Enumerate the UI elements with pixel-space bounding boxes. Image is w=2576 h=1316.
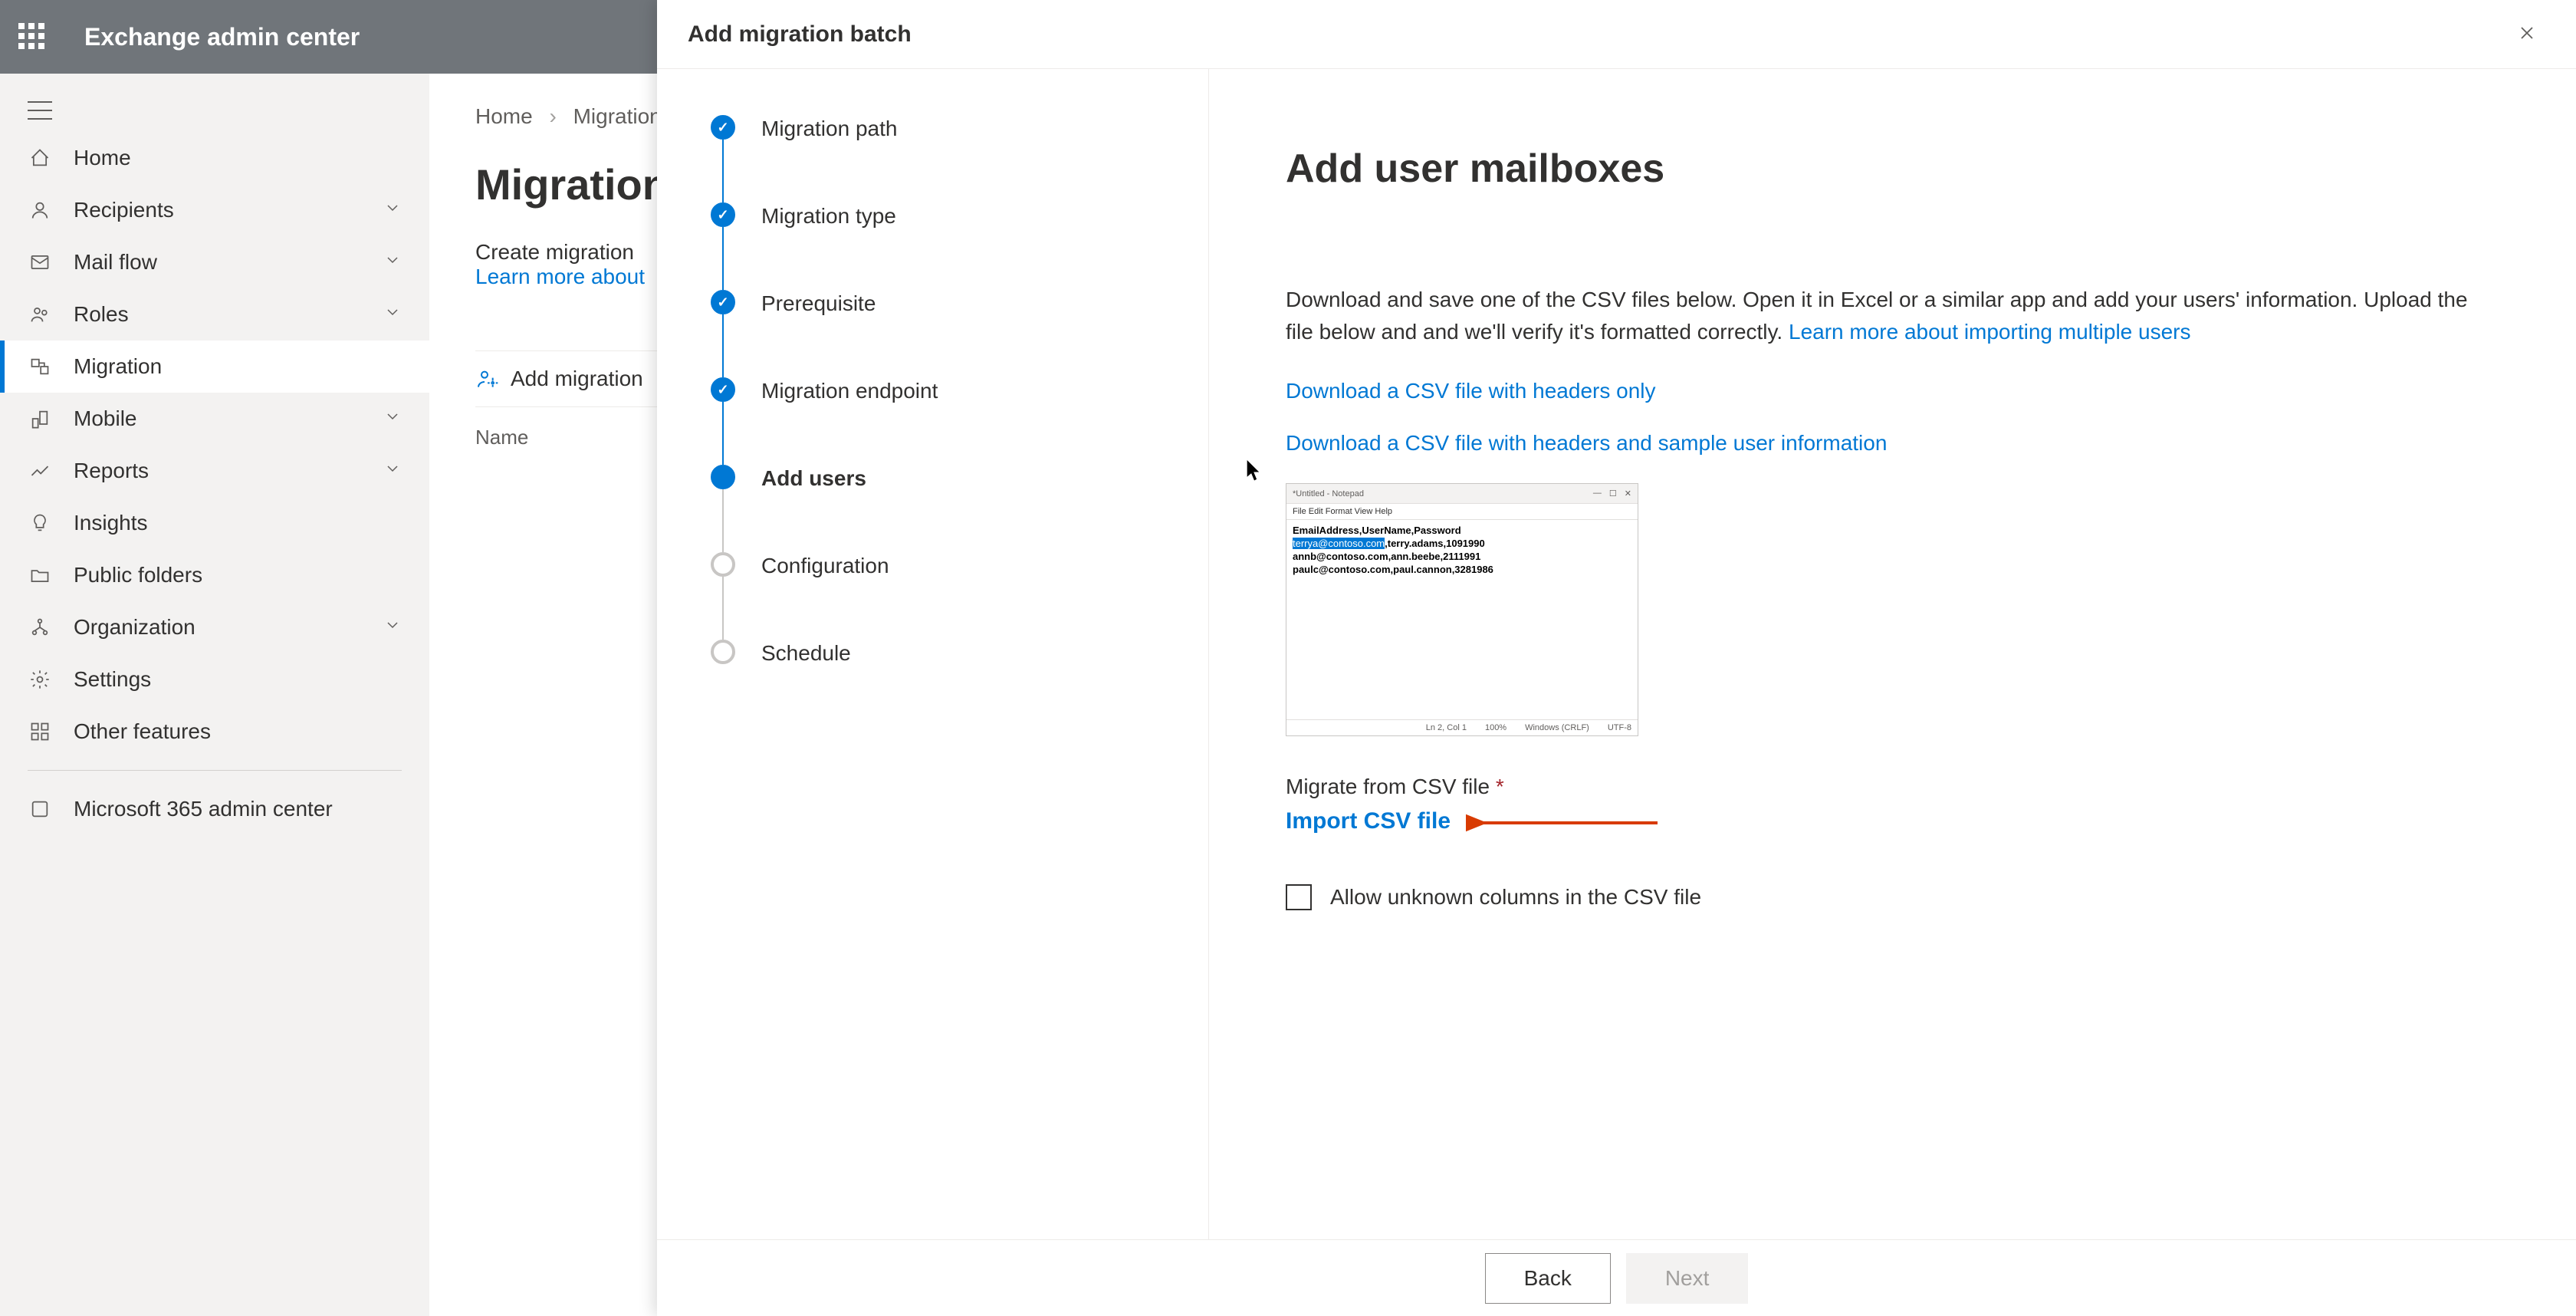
next-button: Next [1626, 1253, 1749, 1304]
panel-title: Add migration batch [688, 21, 912, 48]
checkbox-label: Allow unknown columns in the CSV file [1330, 885, 1701, 910]
checkbox-icon[interactable] [1286, 884, 1312, 910]
step-marker-done-icon [711, 377, 735, 402]
step-migration-type[interactable]: Migration type [711, 202, 1170, 290]
wizard-steps: Migration path Migration type Prerequisi… [657, 69, 1209, 1239]
import-csv-link[interactable]: Import CSV file [1286, 808, 1451, 834]
wizard-content-title: Add user mailboxes [1286, 146, 2499, 192]
step-migration-endpoint[interactable]: Migration endpoint [711, 377, 1170, 465]
allow-unknown-columns-checkbox[interactable]: Allow unknown columns in the CSV file [1286, 884, 2499, 910]
step-configuration: Configuration [711, 552, 1170, 640]
panel-footer: Back Next [657, 1239, 2576, 1316]
csv-preview-image: *Untitled - Notepad —☐✕ File Edit Format… [1286, 483, 1638, 736]
download-csv-sample-link[interactable]: Download a CSV file with headers and sam… [1286, 431, 2499, 456]
csv-file-field-label: Migrate from CSV file * [1286, 775, 2499, 799]
window-controls-icon: —☐✕ [1593, 489, 1631, 498]
step-marker-current-icon [711, 465, 735, 489]
close-button[interactable] [2509, 11, 2545, 58]
wizard-description: Download and save one of the CSV files b… [1286, 284, 2499, 348]
download-csv-headers-link[interactable]: Download a CSV file with headers only [1286, 379, 2499, 403]
step-migration-path[interactable]: Migration path [711, 115, 1170, 202]
back-button[interactable]: Back [1485, 1253, 1611, 1304]
step-schedule: Schedule [711, 640, 1170, 666]
step-marker-pending-icon [711, 552, 735, 577]
panel-overlay: Add migration batch Migration path Migra… [0, 0, 2576, 1316]
step-marker-done-icon [711, 202, 735, 227]
arrow-annotation-icon [1466, 811, 1665, 838]
step-add-users[interactable]: Add users [711, 465, 1170, 552]
step-prerequisite[interactable]: Prerequisite [711, 290, 1170, 377]
panel-header: Add migration batch [657, 0, 2576, 69]
step-marker-done-icon [711, 115, 735, 140]
step-marker-done-icon [711, 290, 735, 314]
learn-more-importing-link[interactable]: Learn more about importing multiple user… [1789, 320, 2190, 344]
wizard-content: Add user mailboxes Download and save one… [1209, 69, 2576, 1239]
step-marker-pending-icon [711, 640, 735, 664]
migration-panel: Add migration batch Migration path Migra… [657, 0, 2576, 1316]
